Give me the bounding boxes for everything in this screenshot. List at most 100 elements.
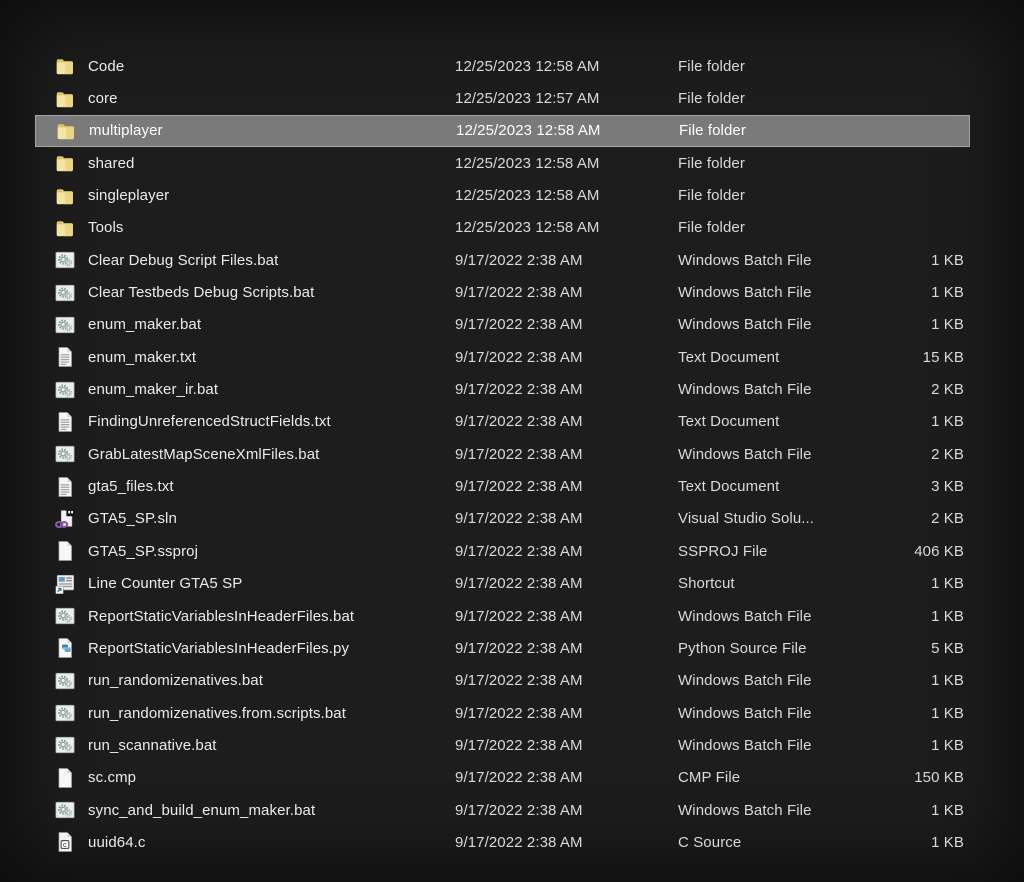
file-row[interactable]: run_scannative.bat9/17/2022 2:38 AMWindo…: [35, 729, 970, 761]
file-row[interactable]: enum_maker.bat9/17/2022 2:38 AMWindows B…: [35, 309, 970, 341]
file-size: 15 KB: [908, 349, 970, 366]
file-row[interactable]: FindingUnreferencedStructFields.txt9/17/…: [35, 406, 970, 438]
file-icon-cell: [35, 282, 88, 304]
file-row[interactable]: Code12/25/2023 12:58 AMFile folder: [35, 50, 970, 82]
file-size: 2 KB: [908, 510, 970, 527]
file-name: FindingUnreferencedStructFields.txt: [88, 413, 455, 430]
file-row[interactable]: Clear Debug Script Files.bat9/17/2022 2:…: [35, 244, 970, 276]
date-modified: 12/25/2023 12:58 AM: [455, 155, 678, 172]
file-row[interactable]: multiplayer12/25/2023 12:58 AMFile folde…: [35, 115, 970, 147]
file-row[interactable]: gta5_files.txt9/17/2022 2:38 AMText Docu…: [35, 470, 970, 502]
file-name: run_randomizenatives.from.scripts.bat: [88, 705, 455, 722]
batch-icon: [54, 670, 76, 692]
text-doc-icon: [54, 411, 76, 433]
file-row[interactable]: enum_maker_ir.bat9/17/2022 2:38 AMWindow…: [35, 373, 970, 405]
file-icon-cell: [35, 379, 88, 401]
file-type: Windows Batch File: [678, 672, 908, 689]
date-modified: 9/17/2022 2:38 AM: [455, 446, 678, 463]
file-row[interactable]: sc.cmp9/17/2022 2:38 AMCMP File150 KB: [35, 762, 970, 794]
file-type: Shortcut: [678, 575, 908, 592]
file-type: Windows Batch File: [678, 316, 908, 333]
date-modified: 9/17/2022 2:38 AM: [455, 575, 678, 592]
file-name: run_randomizenatives.bat: [88, 672, 455, 689]
file-icon-cell: [35, 314, 88, 336]
text-doc-icon: [54, 346, 76, 368]
date-modified: 9/17/2022 2:38 AM: [455, 737, 678, 754]
file-name: GrabLatestMapSceneXmlFiles.bat: [88, 446, 455, 463]
file-size: 2 KB: [908, 381, 970, 398]
file-name: Clear Debug Script Files.bat: [88, 252, 455, 269]
file-row[interactable]: core12/25/2023 12:57 AMFile folder: [35, 82, 970, 114]
file-row[interactable]: Line Counter GTA5 SP9/17/2022 2:38 AMSho…: [35, 568, 970, 600]
file-size: 1 KB: [908, 608, 970, 625]
file-row[interactable]: Tools12/25/2023 12:58 AMFile folder: [35, 212, 970, 244]
file-icon-cell: [35, 508, 88, 530]
file-row[interactable]: ReportStaticVariablesInHeaderFiles.py9/1…: [35, 632, 970, 664]
file-type: Windows Batch File: [678, 737, 908, 754]
file-type: File folder: [678, 58, 908, 75]
folder-icon: [55, 120, 77, 142]
date-modified: 9/17/2022 2:38 AM: [455, 543, 678, 560]
date-modified: 12/25/2023 12:57 AM: [455, 90, 678, 107]
date-modified: 9/17/2022 2:38 AM: [455, 478, 678, 495]
file-type: Windows Batch File: [678, 284, 908, 301]
file-row[interactable]: sync_and_build_enum_maker.bat9/17/2022 2…: [35, 794, 970, 826]
date-modified: 12/25/2023 12:58 AM: [455, 58, 678, 75]
file-row[interactable]: shared12/25/2023 12:58 AMFile folder: [35, 147, 970, 179]
file-type: SSPROJ File: [678, 543, 908, 560]
file-name: singleplayer: [88, 187, 455, 204]
file-type: Visual Studio Solu...: [678, 510, 908, 527]
file-icon-cell: [35, 346, 88, 368]
file-size: 2 KB: [908, 446, 970, 463]
batch-icon: [54, 799, 76, 821]
file-name: shared: [88, 155, 455, 172]
file-name: sync_and_build_enum_maker.bat: [88, 802, 455, 819]
date-modified: 9/17/2022 2:38 AM: [455, 608, 678, 625]
file-icon-cell: [35, 476, 88, 498]
file-size: 1 KB: [908, 413, 970, 430]
shortcut-icon: [54, 573, 76, 595]
file-row[interactable]: singleplayer12/25/2023 12:58 AMFile fold…: [35, 179, 970, 211]
file-row[interactable]: run_randomizenatives.from.scripts.bat9/1…: [35, 697, 970, 729]
file-icon-cell: [35, 605, 88, 627]
file-name: sc.cmp: [88, 769, 455, 786]
file-row[interactable]: c uuid64.c9/17/2022 2:38 AMC Source1 KB: [35, 826, 970, 858]
file-type: Windows Batch File: [678, 252, 908, 269]
date-modified: 9/17/2022 2:38 AM: [455, 672, 678, 689]
file-row[interactable]: GTA5_SP.sln9/17/2022 2:38 AMVisual Studi…: [35, 503, 970, 535]
date-modified: 9/17/2022 2:38 AM: [455, 413, 678, 430]
file-size: 1 KB: [908, 316, 970, 333]
file-row[interactable]: run_randomizenatives.bat9/17/2022 2:38 A…: [35, 665, 970, 697]
file-row[interactable]: ReportStaticVariablesInHeaderFiles.bat9/…: [35, 600, 970, 632]
explorer-file-pane: Code12/25/2023 12:58 AMFile folder core1…: [0, 0, 1024, 882]
file-icon-cell: [35, 799, 88, 821]
date-modified: 9/17/2022 2:38 AM: [455, 834, 678, 851]
svg-text:c: c: [63, 842, 67, 850]
file-name: GTA5_SP.ssproj: [88, 543, 455, 560]
file-icon-cell: [35, 702, 88, 724]
batch-icon: [54, 282, 76, 304]
file-type: CMP File: [678, 769, 908, 786]
date-modified: 9/17/2022 2:38 AM: [455, 284, 678, 301]
file-icon-cell: [35, 217, 88, 239]
file-name: Tools: [88, 219, 455, 236]
file-name: uuid64.c: [88, 834, 455, 851]
file-name: Code: [88, 58, 455, 75]
file-name: ReportStaticVariablesInHeaderFiles.bat: [88, 608, 455, 625]
date-modified: 9/17/2022 2:38 AM: [455, 252, 678, 269]
date-modified: 12/25/2023 12:58 AM: [455, 219, 678, 236]
date-modified: 9/17/2022 2:38 AM: [455, 802, 678, 819]
date-modified: 9/17/2022 2:38 AM: [455, 510, 678, 527]
batch-icon: [54, 443, 76, 465]
file-icon-cell: [35, 734, 88, 756]
file-icon-cell: [35, 767, 88, 789]
file-row[interactable]: GTA5_SP.ssproj9/17/2022 2:38 AMSSPROJ Fi…: [35, 535, 970, 567]
file-row[interactable]: enum_maker.txt9/17/2022 2:38 AMText Docu…: [35, 341, 970, 373]
file-row[interactable]: Clear Testbeds Debug Scripts.bat9/17/202…: [35, 276, 970, 308]
file-row[interactable]: GrabLatestMapSceneXmlFiles.bat9/17/2022 …: [35, 438, 970, 470]
file-size: 1 KB: [908, 284, 970, 301]
batch-icon: [54, 249, 76, 271]
file-size: 5 KB: [908, 640, 970, 657]
folder-icon: [54, 217, 76, 239]
file-size: 150 KB: [908, 769, 970, 786]
